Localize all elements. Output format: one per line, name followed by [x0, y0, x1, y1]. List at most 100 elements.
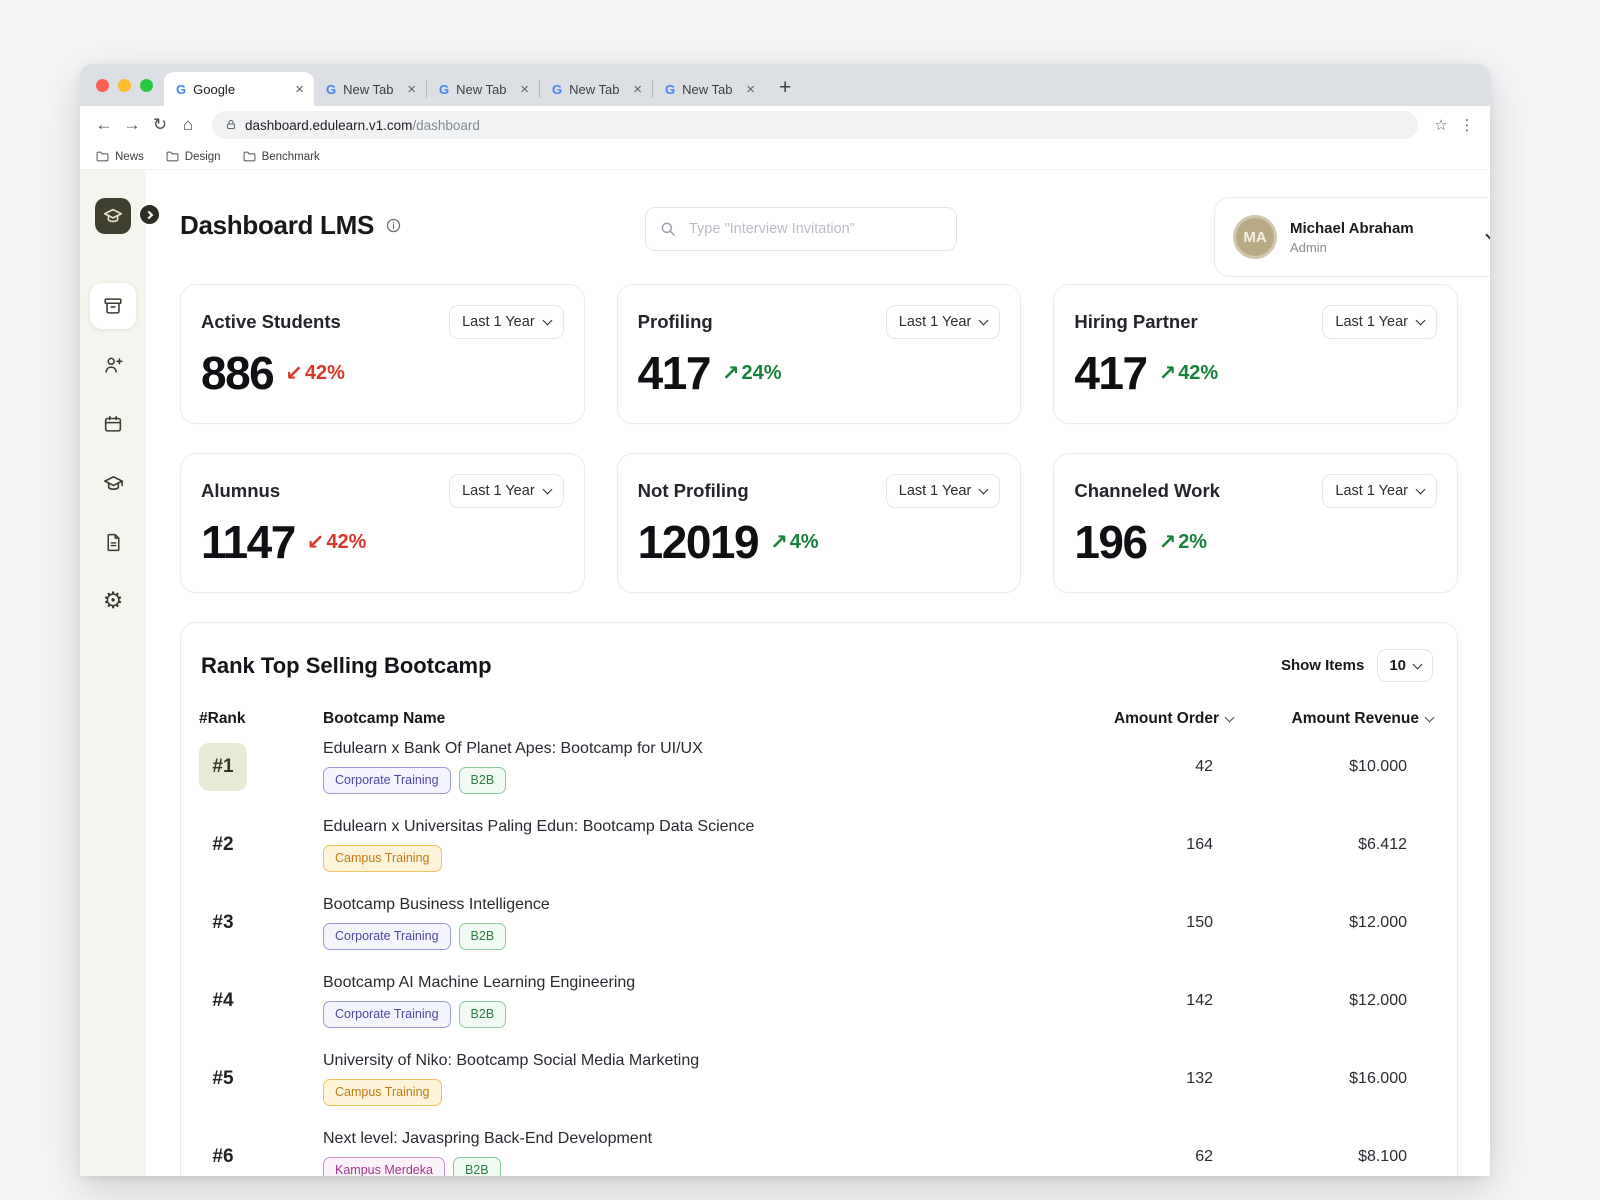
period-dropdown[interactable]: Last 1 Year [449, 474, 564, 508]
tab-label: New Tab [343, 81, 394, 97]
rank-badge: #2 [212, 834, 234, 855]
show-items-label: Show Items [1280, 657, 1365, 674]
document-icon [107, 533, 119, 551]
period-dropdown[interactable]: Last 1 Year [449, 305, 564, 339]
search-input[interactable] [687, 220, 943, 238]
chevron-right-icon [144, 210, 153, 219]
tab-close-icon[interactable]: × [295, 82, 304, 97]
show-items-dropdown[interactable]: 10 [1377, 649, 1433, 682]
chevron-down-icon [1415, 315, 1426, 326]
show-items-control: Show Items 10 [1281, 649, 1433, 682]
amount-revenue-value: $10.000 [1349, 758, 1407, 775]
tab-google[interactable]: G Google × [164, 72, 314, 106]
home-button[interactable]: ⌂ [174, 111, 202, 139]
sidebar: ⚙ [80, 170, 146, 1176]
tab-label: Google [193, 81, 236, 97]
bookmark-star-icon[interactable]: ☆ [1428, 116, 1454, 134]
sidebar-item-settings[interactable]: ⚙ [90, 578, 136, 624]
forward-button[interactable]: → [118, 111, 146, 139]
period-dropdown[interactable]: Last 1 Year [1322, 305, 1437, 339]
period-label: Last 1 Year [1335, 483, 1408, 499]
tab-new-tab-2[interactable]: G New Tab × [427, 72, 539, 106]
zoom-window-button[interactable] [140, 79, 153, 92]
tab-close-icon[interactable]: × [407, 82, 416, 97]
user-meta: Michael Abraham Admin [1290, 220, 1474, 255]
period-dropdown[interactable]: Last 1 Year [1322, 474, 1437, 508]
trend-percent: 4% [789, 530, 819, 553]
url-host: dashboard.edulearn.v1.com [245, 117, 413, 133]
page-header: Dashboard LMS MA Michael Abraham [180, 194, 1490, 280]
sidebar-item-academy[interactable] [90, 460, 136, 506]
app-logo[interactable] [95, 198, 131, 234]
back-button[interactable]: ← [90, 111, 118, 139]
rank-badge: #1 [199, 743, 247, 791]
close-window-button[interactable] [96, 79, 109, 92]
tab-strip: G Google × G New Tab × G New Tab × G New… [80, 64, 1490, 106]
bookmark-folder-benchmark[interactable]: Benchmark [243, 151, 320, 163]
gear-icon: ⚙ [102, 587, 124, 614]
sidebar-item-calendar[interactable] [90, 401, 136, 447]
user-profile[interactable]: MA Michael Abraham Admin [1214, 197, 1490, 277]
amount-order-value: 150 [1186, 914, 1213, 931]
tab-new-tab-4[interactable]: G New Tab × [653, 72, 765, 106]
sidebar-item-add-student[interactable] [90, 342, 136, 388]
column-header-revenue[interactable]: Amount Revenue [1233, 710, 1435, 728]
bookmark-folder-news[interactable]: News [96, 151, 144, 163]
column-header-label: Amount Order [1113, 710, 1219, 727]
tag-campus-training: Campus Training [323, 845, 442, 872]
info-icon[interactable] [385, 217, 402, 234]
browser-toolbar: ← → ↻ ⌂ dashboard.edulearn.v1.com/dashbo… [80, 106, 1490, 144]
trend-up-arrow-icon: ↗ [1158, 530, 1177, 554]
tab-close-icon[interactable]: × [633, 82, 642, 97]
table-row: #5 University of Niko: Bootcamp Social M… [199, 1040, 1433, 1118]
period-label: Last 1 Year [898, 314, 972, 330]
sidebar-item-documents[interactable] [90, 519, 136, 565]
reload-button[interactable]: ↻ [146, 111, 174, 139]
stat-value: 1147 [201, 516, 296, 568]
bootcamp-cell: Edulearn x Bank Of Planet Apes: Bootcamp… [323, 740, 1073, 794]
minimize-window-button[interactable] [118, 79, 131, 92]
calendar-icon [104, 415, 122, 432]
google-favicon-icon: G [552, 81, 563, 97]
table-row: #1 Edulearn x Bank Of Planet Apes: Bootc… [199, 728, 1433, 806]
browser-menu-icon[interactable]: ⋮ [1454, 116, 1480, 134]
stat-value: 196 [1074, 516, 1148, 568]
folder-icon [96, 151, 109, 162]
tag-b2b: B2B [458, 923, 507, 950]
amount-revenue-value: $6.412 [1358, 836, 1407, 853]
stat-card-channeled-work: Channeled Work Last 1 Year 196 ↗ 2% [1053, 453, 1458, 593]
rank-badge: #3 [212, 912, 234, 933]
chevron-down-icon [542, 484, 553, 495]
amount-order-value: 164 [1186, 836, 1213, 853]
new-tab-button[interactable]: + [779, 77, 791, 98]
period-dropdown[interactable]: Last 1 Year [885, 474, 1001, 508]
window-controls [96, 79, 153, 92]
rank-badge: #5 [212, 1068, 234, 1089]
address-bar[interactable]: dashboard.edulearn.v1.com/dashboard [212, 111, 1418, 139]
sidebar-item-archive[interactable] [90, 283, 136, 329]
tab-label: New Tab [569, 81, 620, 97]
period-dropdown[interactable]: Last 1 Year [885, 305, 1001, 339]
column-header-order[interactable]: Amount Order [1073, 710, 1235, 728]
sidebar-expand-button[interactable] [138, 203, 161, 226]
amount-order-value: 132 [1186, 1070, 1213, 1087]
user-name: Michael Abraham [1290, 219, 1414, 237]
bookmark-folder-design[interactable]: Design [166, 151, 221, 163]
trend-down-arrow-icon: ↙ [306, 530, 325, 554]
trend-percent: 24% [741, 361, 782, 384]
tab-new-tab-1[interactable]: G New Tab × [314, 72, 426, 106]
title-wrap: Dashboard LMS [180, 210, 402, 241]
chevron-down-icon [1415, 484, 1426, 495]
tag-list: Corporate Training B2B [323, 767, 1073, 794]
chevron-down-icon[interactable] [1485, 229, 1490, 241]
avatar: MA [1233, 215, 1277, 259]
tab-new-tab-3[interactable]: G New Tab × [540, 72, 652, 106]
google-favicon-icon: G [176, 81, 187, 97]
dashboard-page: ⚙ Dashboard LMS Type "Interview Invitati… [80, 170, 1490, 1176]
tab-close-icon[interactable]: × [520, 82, 529, 97]
url-text: dashboard.edulearn.v1.com/dashboard [245, 118, 480, 133]
stat-title: Not Profiling [637, 480, 749, 501]
amount-revenue-value: $16.000 [1349, 1070, 1407, 1087]
tab-close-icon[interactable]: × [746, 82, 755, 97]
amount-revenue-value: $12.000 [1349, 914, 1407, 931]
